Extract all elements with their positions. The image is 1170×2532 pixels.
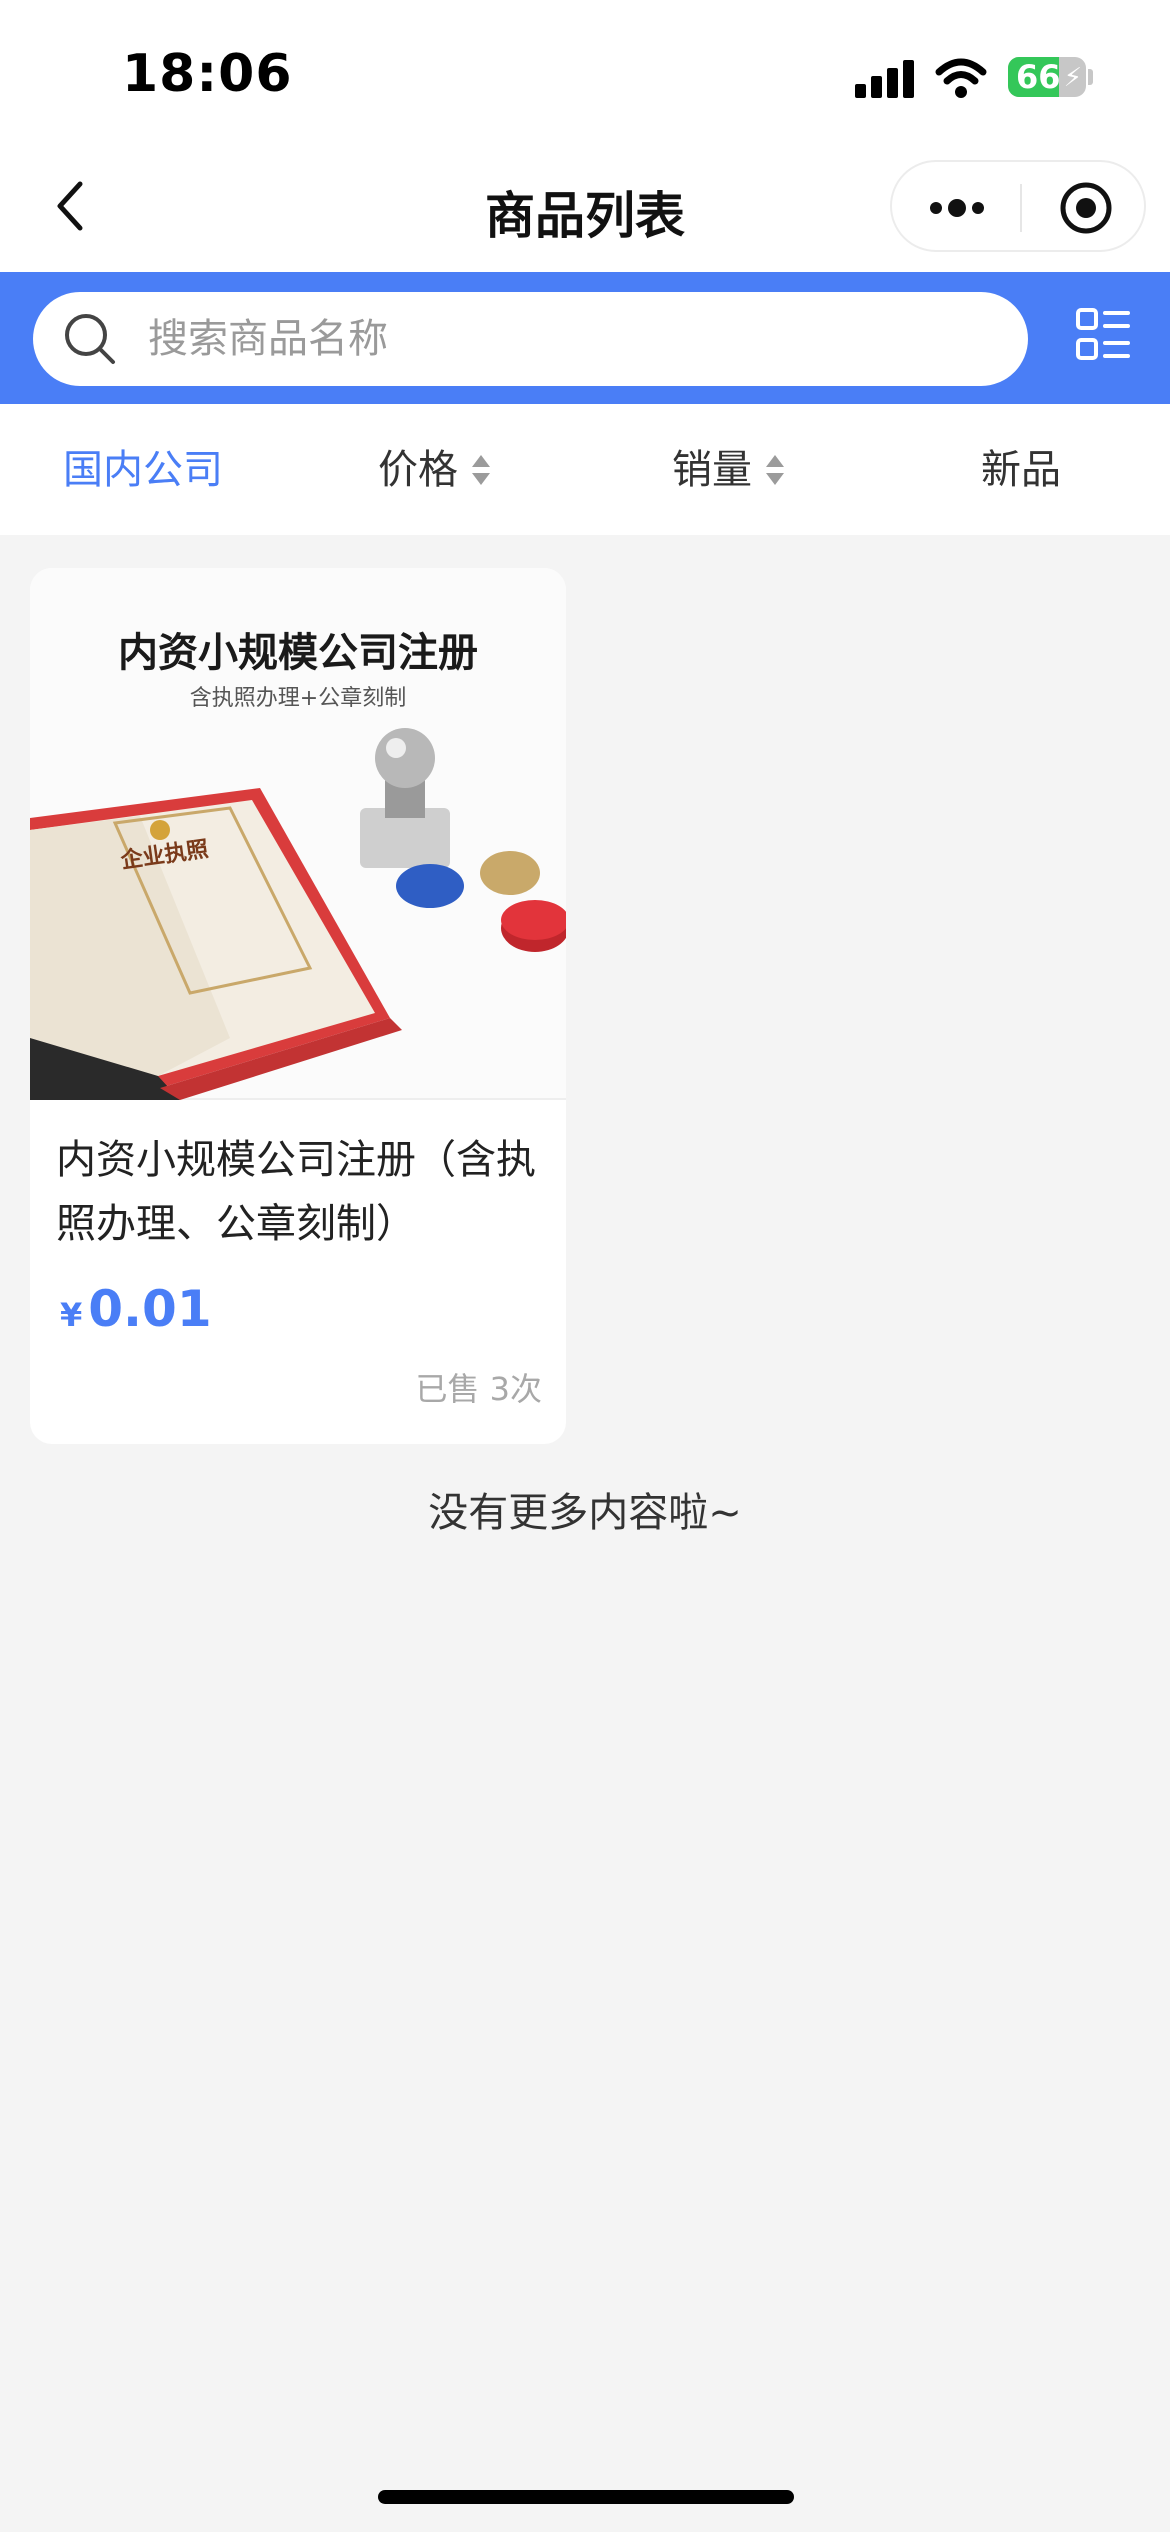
list-layout-icon[interactable] bbox=[1075, 307, 1131, 363]
search-input[interactable] bbox=[148, 292, 998, 386]
tab-price[interactable]: 价格 bbox=[378, 444, 490, 496]
product-title[interactable]: 内资小规模公司注册（含执照办理、公章刻制） bbox=[56, 1128, 546, 1256]
sort-arrows-icon bbox=[766, 455, 784, 485]
more-dots-icon[interactable] bbox=[928, 190, 986, 226]
tab-label: 新品 bbox=[981, 447, 1061, 493]
no-more-content: 没有更多内容啦~ bbox=[428, 1490, 742, 1536]
sort-arrows-icon bbox=[472, 455, 490, 485]
status-bar: 18:06 66 ⚡ bbox=[0, 0, 1170, 150]
product-card[interactable]: 内资小规模公司注册 含执照办理+公章刻制 企业执照 内资小规模公司注册（含执照办… bbox=[30, 568, 566, 1444]
home-indicator bbox=[378, 2490, 794, 2504]
sold-count: 已售 3次 bbox=[415, 1370, 542, 1408]
tab-label: 价格 bbox=[378, 447, 458, 493]
product-price: ¥0.01 bbox=[60, 1280, 212, 1338]
price-amount: 0.01 bbox=[88, 1280, 212, 1338]
battery-cap bbox=[1088, 69, 1093, 85]
mini-program-capsule bbox=[890, 160, 1146, 252]
currency-symbol: ¥ bbox=[60, 1296, 83, 1334]
close-target-icon[interactable] bbox=[1058, 180, 1114, 236]
tab-domestic-company[interactable]: 国内公司 bbox=[63, 444, 223, 496]
nav-bar: 商品列表 bbox=[0, 150, 1170, 272]
search-box[interactable] bbox=[33, 292, 1028, 386]
wifi-icon bbox=[935, 58, 987, 98]
capsule-divider bbox=[1020, 184, 1022, 232]
product-image[interactable]: 内资小规模公司注册 含执照办理+公章刻制 企业执照 bbox=[30, 568, 566, 1100]
search-icon bbox=[65, 314, 115, 364]
status-time: 18:06 bbox=[122, 44, 293, 104]
search-bar bbox=[0, 272, 1170, 404]
filter-tabs: 国内公司 价格 销量 新品 bbox=[0, 404, 1170, 535]
tab-label: 销量 bbox=[672, 447, 752, 493]
tab-sales[interactable]: 销量 bbox=[672, 444, 784, 496]
battery-icon: 66 ⚡ bbox=[1008, 57, 1086, 97]
charging-bolt-icon: ⚡ bbox=[1063, 63, 1082, 93]
battery-percent: 66 bbox=[1016, 58, 1061, 96]
tab-new[interactable]: 新品 bbox=[981, 444, 1061, 496]
license-and-seal-illustration: 企业执照 bbox=[30, 728, 566, 1100]
tab-label: 国内公司 bbox=[63, 447, 223, 493]
cellular-signal-icon bbox=[855, 58, 915, 98]
